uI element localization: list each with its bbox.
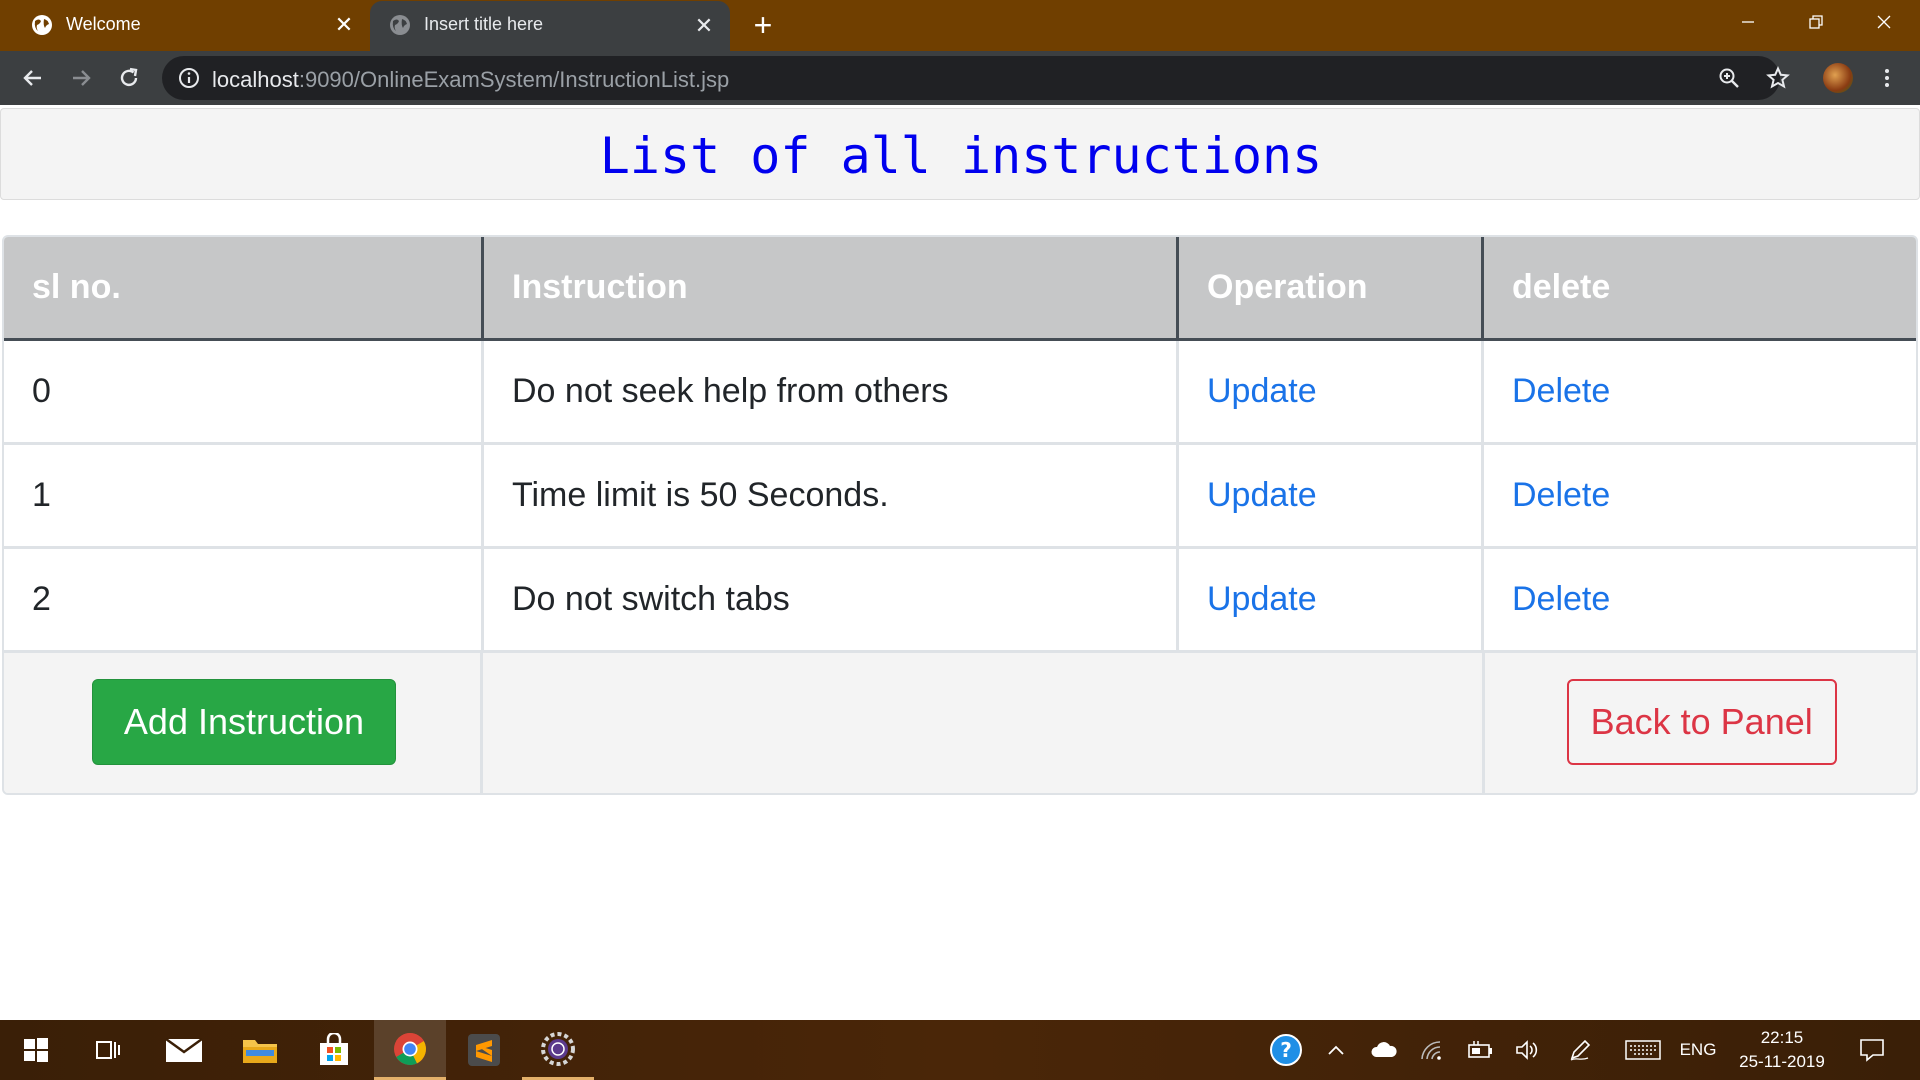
forward-arrow-icon[interactable] xyxy=(64,61,98,95)
zoom-icon[interactable] xyxy=(1712,61,1746,95)
profile-avatar[interactable] xyxy=(1821,61,1855,95)
delete-link[interactable]: Delete xyxy=(1512,580,1610,619)
instruction-cell: Do not seek help from others xyxy=(484,341,1179,442)
language-indicator[interactable]: ENG xyxy=(1674,1020,1722,1080)
help-icon[interactable]: ? xyxy=(1262,1020,1310,1080)
tab-close-icon[interactable]: ✕ xyxy=(332,12,356,37)
avatar xyxy=(1823,63,1853,93)
back-to-panel-button[interactable]: Back to Panel xyxy=(1566,679,1837,765)
wifi-icon[interactable] xyxy=(1410,1020,1454,1080)
footer-cell-add: Add Instruction xyxy=(4,653,484,793)
more-menu-icon[interactable] xyxy=(1870,61,1904,95)
table-footer-row: Add Instruction Back to Panel xyxy=(4,653,1916,793)
onedrive-cloud-icon[interactable] xyxy=(1362,1020,1406,1080)
footer-cell-empty xyxy=(483,653,1485,793)
instruction-cell: Time limit is 50 Seconds. xyxy=(484,445,1179,546)
clock-time: 22:15 xyxy=(1760,1028,1804,1047)
eclipse-gear-icon[interactable] xyxy=(522,1020,594,1080)
store-icon[interactable] xyxy=(298,1020,370,1080)
header-instruction: Instruction xyxy=(484,237,1179,338)
sublime-text-icon[interactable] xyxy=(448,1020,520,1080)
taskbar-clock[interactable]: 22:15 25-11-2019 xyxy=(1720,1026,1844,1074)
url-host: localhost xyxy=(212,67,299,92)
table-header-row: sl no. Instruction Operation delete xyxy=(4,237,1916,341)
reload-icon[interactable] xyxy=(112,61,146,95)
page-header: List of all instructions xyxy=(0,108,1920,200)
globe-icon xyxy=(32,15,52,35)
operation-cell: Update xyxy=(1179,341,1484,442)
footer-cell-back: Back to Panel xyxy=(1485,653,1916,793)
header-delete: delete xyxy=(1512,268,1611,306)
back-arrow-icon[interactable] xyxy=(16,61,50,95)
sl-no-cell: 1 xyxy=(4,445,484,546)
mail-icon[interactable] xyxy=(148,1020,220,1080)
tab-close-icon[interactable]: ✕ xyxy=(692,13,716,38)
bookmark-star-icon[interactable] xyxy=(1761,61,1795,95)
address-bar[interactable]: localhost:9090/OnlineExamSystem/Instruct… xyxy=(162,56,1780,100)
url-text[interactable]: localhost:9090/OnlineExamSystem/Instruct… xyxy=(212,67,729,93)
chrome-taskbar-icon[interactable] xyxy=(374,1020,446,1080)
minimize-icon[interactable] xyxy=(1714,0,1782,44)
update-link[interactable]: Update xyxy=(1207,580,1317,619)
browser-tab-strip: Welcome ✕ Insert title here ✕ + xyxy=(0,0,1920,51)
tab-title: Welcome xyxy=(66,14,141,34)
add-instruction-button[interactable]: Add Instruction xyxy=(92,679,396,765)
delete-link[interactable]: Delete xyxy=(1512,372,1610,411)
delete-link[interactable]: Delete xyxy=(1512,476,1610,515)
tab-insert-title[interactable]: Insert title here ✕ xyxy=(370,1,730,51)
chevron-up-icon[interactable] xyxy=(1316,1020,1356,1080)
url-path: :9090/OnlineExamSystem/InstructionList.j… xyxy=(298,67,730,92)
touch-keyboard-icon[interactable] xyxy=(1618,1020,1668,1080)
globe-icon xyxy=(390,15,410,35)
svg-text:?: ? xyxy=(1280,1038,1292,1062)
update-link[interactable]: Update xyxy=(1207,476,1317,515)
update-link[interactable]: Update xyxy=(1207,372,1317,411)
delete-cell: Delete xyxy=(1484,549,1916,650)
browser-toolbar: localhost:9090/OnlineExamSystem/Instruct… xyxy=(0,51,1920,105)
table-row: 1 Time limit is 50 Seconds. Update Delet… xyxy=(4,445,1916,549)
tab-title: Insert title here xyxy=(424,14,544,34)
battery-icon[interactable] xyxy=(1458,1020,1502,1080)
delete-cell: Delete xyxy=(1484,445,1916,546)
page-title: List of all instructions xyxy=(599,127,1323,185)
restore-icon[interactable] xyxy=(1782,0,1850,44)
clock-date: 25-11-2019 xyxy=(1739,1052,1825,1071)
delete-cell: Delete xyxy=(1484,341,1916,442)
screen: Welcome ✕ Insert title here ✕ + localhos… xyxy=(0,0,1920,1080)
operation-cell: Update xyxy=(1179,445,1484,546)
action-center-icon[interactable] xyxy=(1848,1020,1896,1080)
sl-no-cell: 2 xyxy=(4,549,484,650)
close-window-icon[interactable] xyxy=(1850,0,1918,44)
volume-icon[interactable] xyxy=(1506,1020,1550,1080)
operation-cell: Update xyxy=(1179,549,1484,650)
task-view-icon[interactable] xyxy=(72,1020,144,1080)
page-content: List of all instructions sl no. Instruct… xyxy=(0,105,1920,1020)
windows-start-icon[interactable] xyxy=(0,1020,72,1080)
pen-ink-icon[interactable] xyxy=(1558,1020,1602,1080)
table-row: 0 Do not seek help from others Update De… xyxy=(4,341,1916,445)
windows-taskbar: ? ENG 22:15 25-11-2019 xyxy=(0,1020,1920,1080)
header-sl-no: sl no. xyxy=(4,237,484,338)
new-tab-button[interactable]: + xyxy=(748,9,778,41)
tab-welcome[interactable]: Welcome ✕ xyxy=(0,0,370,51)
table-row: 2 Do not switch tabs Update Delete xyxy=(4,549,1916,653)
instruction-cell: Do not switch tabs xyxy=(484,549,1179,650)
info-icon[interactable] xyxy=(178,67,200,89)
file-explorer-icon[interactable] xyxy=(224,1020,296,1080)
sl-no-cell: 0 xyxy=(4,341,484,442)
instructions-table: sl no. Instruction Operation delete 0 Do… xyxy=(2,235,1918,795)
header-operation: Operation xyxy=(1179,237,1484,338)
